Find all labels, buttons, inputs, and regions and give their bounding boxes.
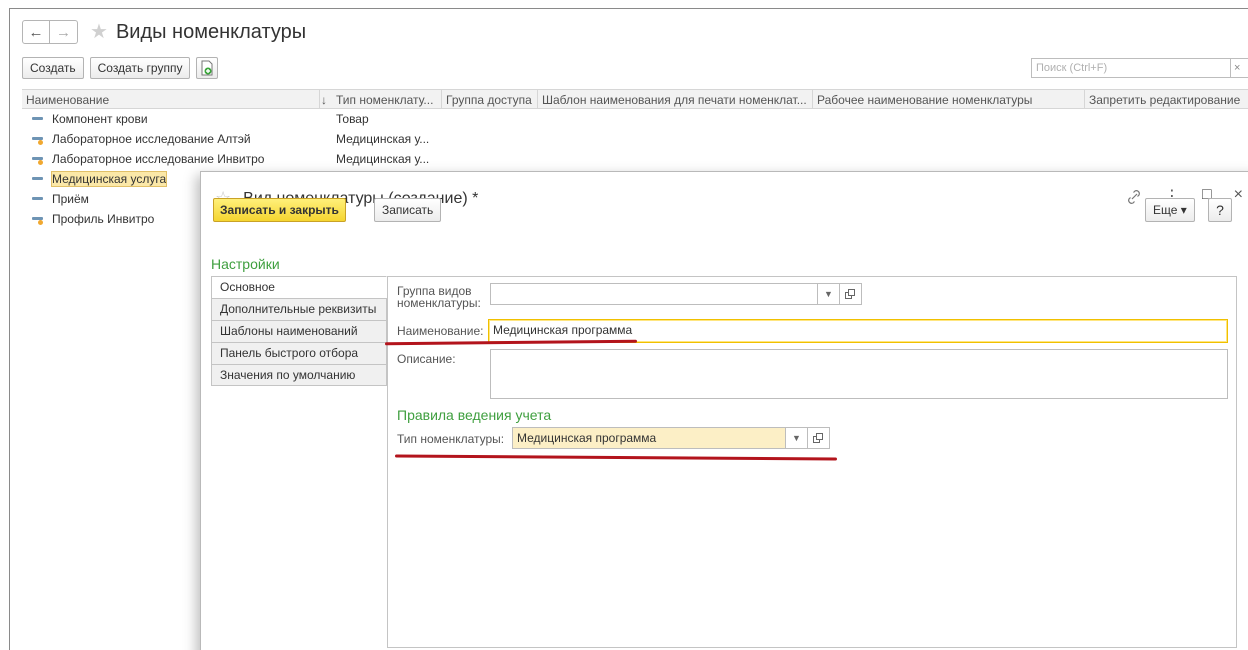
- type-dropdown-button[interactable]: ▼: [786, 427, 808, 449]
- description-label: Описание:: [397, 352, 456, 366]
- type-open-button[interactable]: [808, 427, 830, 449]
- create-button[interactable]: Создать: [22, 57, 84, 79]
- column-forbid-edit[interactable]: Запретить редактирование: [1085, 90, 1248, 108]
- column-type[interactable]: Тип номенклату...: [332, 90, 442, 108]
- create-dialog: ☆ Вид номенклатуры (создание) * ⋮ □ × За…: [200, 171, 1248, 650]
- accounting-rules-title: Правила ведения учета: [397, 407, 552, 423]
- app-window: ← → ★ Виды номенклатуры Создать Создать …: [9, 8, 1248, 650]
- create-group-button[interactable]: Создать группу: [89, 57, 191, 79]
- list-item[interactable]: Лабораторное исследование Алтэй Медицинс…: [22, 129, 1248, 149]
- tab-name-templates[interactable]: Шаблоны наименований: [211, 320, 387, 342]
- group-dropdown-button[interactable]: ▼: [818, 283, 840, 305]
- list-item[interactable]: Лабораторное исследование Инвитро Медици…: [22, 149, 1248, 169]
- column-working-name[interactable]: Рабочее наименование номенклатуры: [813, 90, 1085, 108]
- group-open-button[interactable]: [840, 283, 862, 305]
- group-field[interactable]: [490, 283, 818, 305]
- group-label: Группа видов номенклатуры:: [397, 284, 481, 310]
- element-icon: [32, 174, 44, 184]
- tab-main[interactable]: Основное: [211, 276, 387, 298]
- search-clear-button[interactable]: ×: [1231, 58, 1248, 78]
- element-marked-icon: [32, 154, 44, 165]
- close-icon[interactable]: ×: [1234, 186, 1243, 206]
- favorite-star-icon[interactable]: ★: [90, 22, 108, 42]
- sort-arrow-icon[interactable]: ↓: [320, 90, 332, 108]
- list-toolbar: Создать Создать группу: [22, 57, 219, 79]
- add-doc-button[interactable]: [196, 57, 219, 79]
- forward-arrow-icon: →: [56, 23, 71, 41]
- open-icon: [813, 432, 823, 443]
- tab-defaults[interactable]: Значения по умолчанию: [211, 364, 387, 386]
- page-title: Виды номенклатуры: [115, 20, 307, 43]
- link-icon[interactable]: [1126, 188, 1142, 206]
- main-header: ← → ★ Виды номенклатуры: [22, 19, 306, 45]
- settings-title: Настройки: [211, 256, 280, 272]
- column-print-template[interactable]: Шаблон наименования для печати номенклат…: [538, 90, 813, 108]
- element-icon: [32, 114, 44, 124]
- forward-button[interactable]: →: [50, 20, 78, 44]
- column-access-group[interactable]: Группа доступа: [442, 90, 538, 108]
- element-marked-icon: [32, 134, 44, 145]
- help-button[interactable]: ?: [1208, 198, 1232, 222]
- save-and-close-button[interactable]: Записать и закрыть: [213, 198, 346, 222]
- chevron-down-icon: ▼: [824, 289, 833, 299]
- search-input[interactable]: Поиск (Ctrl+F): [1031, 58, 1231, 78]
- type-label: Тип номенклатуры:: [397, 432, 505, 446]
- element-icon: [32, 194, 44, 204]
- more-button[interactable]: Еще ▾: [1145, 198, 1195, 222]
- element-marked-icon: [32, 214, 44, 225]
- tab-additional[interactable]: Дополнительные реквизиты: [211, 298, 387, 320]
- description-field[interactable]: [490, 349, 1228, 399]
- column-name[interactable]: Наименование: [22, 90, 320, 108]
- back-button[interactable]: ←: [22, 20, 50, 44]
- list-item[interactable]: Компонент крови Товар: [22, 109, 1248, 129]
- chevron-down-icon: ▼: [792, 433, 801, 443]
- settings-tabs: Основное Дополнительные реквизиты Шаблон…: [211, 276, 387, 386]
- open-icon: [845, 288, 855, 299]
- back-arrow-icon: ←: [28, 23, 44, 41]
- type-field[interactable]: Медицинская программа: [512, 427, 786, 449]
- tab-panel-main: Группа видов номенклатуры: ▼ Наименовани…: [387, 276, 1237, 648]
- save-button[interactable]: Записать: [374, 198, 442, 222]
- name-label: Наименование:: [397, 324, 484, 338]
- tab-quick-filter[interactable]: Панель быстрого отбора: [211, 342, 387, 364]
- document-add-icon: [201, 60, 213, 76]
- list-header: Наименование ↓ Тип номенклату... Группа …: [22, 89, 1248, 109]
